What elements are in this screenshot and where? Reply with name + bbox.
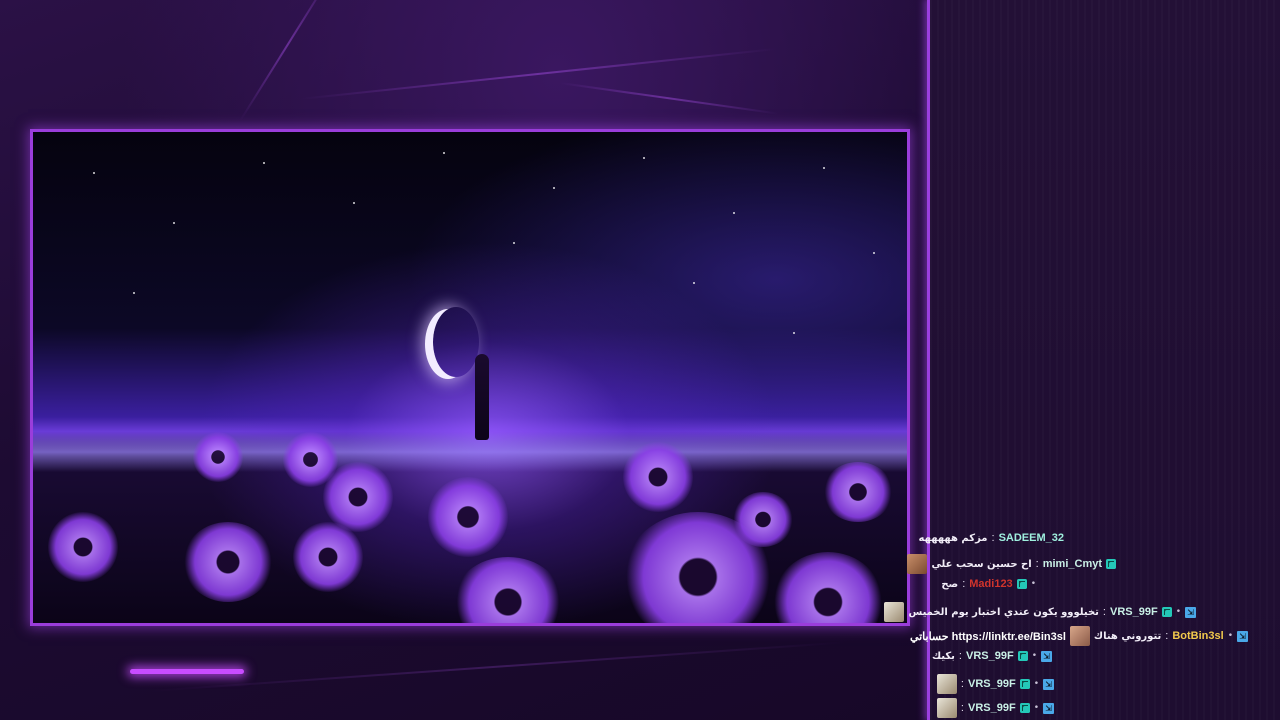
chat-separator: : xyxy=(958,650,962,662)
chat-feed: مزكم هههههه : SADEEM_32 اح حسين سحب علي … xyxy=(884,530,1280,718)
decor-streak xyxy=(559,82,778,115)
emote-icon xyxy=(1069,626,1090,646)
chat-separator: : xyxy=(1035,558,1039,570)
dot-badge-icon: • xyxy=(1227,631,1233,641)
chat-message: : VRS_99F • ⇲ xyxy=(932,670,1280,694)
chat-message: تخيلووو يكون عندي اختبار يوم الخميس : VR… xyxy=(884,598,1280,622)
chat-message: حساباتي https://linktr.ee/Bin3sl تتوروني… xyxy=(910,622,1280,646)
chat-separator: : xyxy=(1102,606,1106,618)
decor-streak xyxy=(299,47,778,100)
stream-video-frame[interactable] xyxy=(30,129,910,626)
dot-badge-icon: • xyxy=(1033,703,1039,713)
chat-message-text: صح xyxy=(941,578,959,590)
subscriber-badge-icon xyxy=(1019,703,1030,713)
moderator-badge-icon: ⇲ xyxy=(1041,650,1052,662)
chat-message-text: تتوروني هناك xyxy=(1093,630,1162,642)
dot-badge-icon: • xyxy=(1175,607,1181,617)
subscriber-badge-icon xyxy=(1161,607,1172,617)
subscriber-badge-icon xyxy=(1019,679,1030,689)
moderator-badge-icon: ⇲ xyxy=(1043,678,1054,690)
emote-icon xyxy=(936,698,957,718)
moderator-badge-icon: ⇲ xyxy=(1043,702,1054,714)
chat-separator: : xyxy=(962,578,966,590)
chat-message-link[interactable]: حساباتي https://linktr.ee/Bin3sl xyxy=(910,630,1066,643)
chat-message: اح حسين سحب علي : mimi_Cmyt xyxy=(907,550,1280,574)
chat-username[interactable]: BotBin3sl xyxy=(1172,630,1223,642)
emote-icon xyxy=(884,602,905,622)
moderator-badge-icon: ⇲ xyxy=(1185,606,1196,618)
decor-glow-bar xyxy=(130,669,244,674)
emote-icon xyxy=(936,674,957,694)
chat-separator: : xyxy=(1165,630,1169,642)
chat-username[interactable]: VRS_99F xyxy=(966,650,1014,662)
chat-message-text: مزكم هههههه xyxy=(918,532,988,544)
chat-separator: : xyxy=(960,702,964,714)
subscriber-badge-icon xyxy=(1016,579,1027,589)
chat-message: صح : Madi123 • xyxy=(932,574,1280,598)
dot-badge-icon: • xyxy=(1031,651,1037,661)
chat-username[interactable]: SADEEM_32 xyxy=(999,532,1064,544)
chat-separator: : xyxy=(991,532,995,544)
emote-icon xyxy=(907,554,928,574)
crescent-moon xyxy=(433,307,479,377)
decor-streak xyxy=(239,0,337,122)
chat-username[interactable]: mimi_Cmyt xyxy=(1043,558,1102,570)
chat-username[interactable]: VRS_99F xyxy=(968,702,1016,714)
chat-username[interactable]: VRS_99F xyxy=(1110,606,1158,618)
chat-separator: : xyxy=(960,678,964,690)
subscriber-badge-icon xyxy=(1017,651,1028,661)
chat-message-text: تخيلووو يكون عندي اختبار يوم الخميس xyxy=(908,606,1099,618)
silhouette-figure xyxy=(475,354,489,440)
dot-badge-icon: • xyxy=(1033,679,1039,689)
subscriber-badge-icon xyxy=(1106,559,1116,569)
chat-message: بكيك : VRS_99F • ⇲ xyxy=(932,646,1280,670)
dot-badge-icon: • xyxy=(1030,579,1036,589)
night-sky-scene xyxy=(33,132,907,623)
chat-username[interactable]: Madi123 xyxy=(969,578,1012,590)
chat-message: مزكم هههههه : SADEEM_32 xyxy=(919,530,1280,550)
chat-message: : VRS_99F • ⇲ xyxy=(932,694,1280,718)
moderator-badge-icon: ⇲ xyxy=(1237,630,1248,642)
chat-username[interactable]: VRS_99F xyxy=(968,678,1016,690)
decor-streak xyxy=(149,641,849,692)
chat-message-text: اح حسين سحب علي xyxy=(931,558,1032,570)
chat-message-text: بكيك xyxy=(931,650,955,662)
